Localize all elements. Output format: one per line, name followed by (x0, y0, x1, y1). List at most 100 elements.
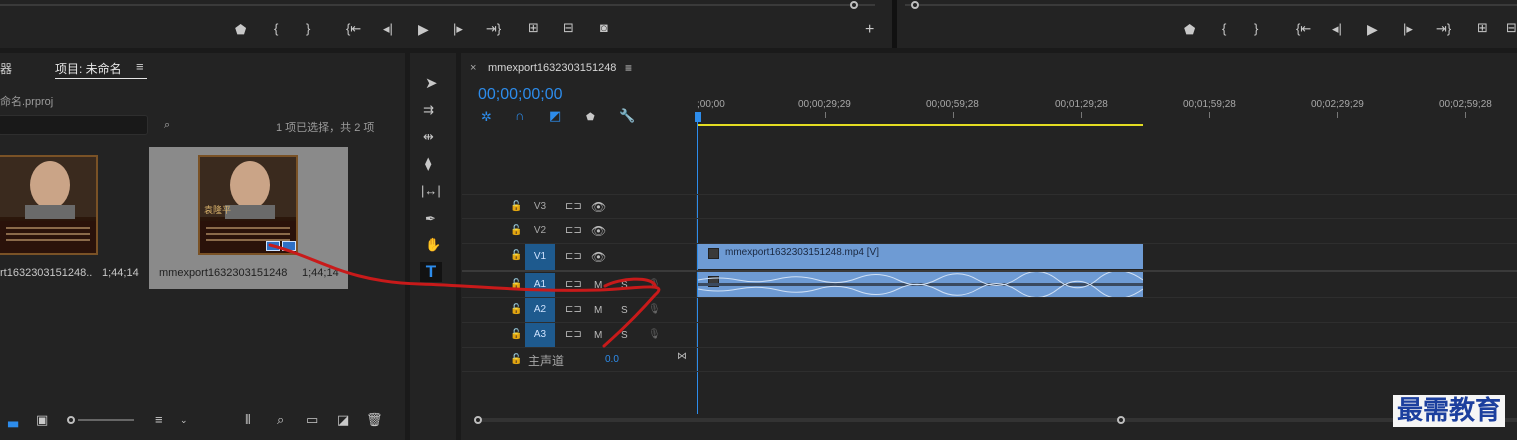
track-target-a2[interactable]: A2 (525, 298, 555, 322)
panel-menu-icon[interactable]: ≡ (136, 59, 144, 74)
find-icon[interactable]: ⌕ (164, 118, 170, 132)
step-back-icon[interactable]: ◂| (383, 22, 393, 36)
linked-selection-icon[interactable]: ◩ (549, 109, 561, 123)
mark-in-icon[interactable]: { (274, 22, 278, 36)
lock-a3-icon[interactable]: 🔓 (510, 329, 522, 340)
lock-v1-icon[interactable]: 🔓 (510, 250, 522, 261)
video-clip-v1[interactable]: mmexport1632303151248.mp4 [V] (698, 244, 1143, 269)
timeline-scroll-left-knob[interactable] (474, 416, 482, 424)
insert-icon[interactable]: ⊞ (528, 21, 539, 35)
icon-view-icon[interactable]: ▣ (36, 413, 48, 427)
overwrite-icon[interactable]: ⊟ (563, 21, 574, 35)
sequence-tab[interactable]: mmexport1632303151248 (488, 62, 616, 74)
timeline-settings-icon[interactable]: 🔧 (619, 109, 635, 123)
track-target-a3[interactable]: A3 (525, 323, 555, 347)
clip-thumbnail-1[interactable] (0, 155, 98, 255)
sync-lock-a2-icon[interactable]: ⊏⊐ (565, 304, 582, 315)
zoom-slider-track[interactable] (78, 419, 134, 421)
clear-icon[interactable]: 🗑 (366, 413, 383, 427)
track-target-a1[interactable]: A1 (525, 273, 555, 297)
sync-lock-a1-icon[interactable]: ⊏⊐ (565, 279, 582, 290)
close-sequence-icon[interactable]: × (470, 62, 476, 74)
add-button-icon[interactable]: + (865, 22, 874, 38)
sync-lock-v2-icon[interactable]: ⊏⊐ (565, 225, 582, 236)
timeline-scroll-track[interactable] (475, 418, 1517, 422)
automate-icon[interactable]: ⦀ (245, 413, 251, 427)
lock-a1-icon[interactable]: 🔓 (510, 279, 522, 290)
find-panel-icon[interactable]: ⌕ (277, 413, 284, 427)
lock-master-icon[interactable]: 🔓 (510, 354, 522, 365)
program-extract-icon[interactable]: ⊟ (1506, 21, 1517, 35)
clip-thumbnail-2[interactable]: 袁隆平 (198, 155, 298, 255)
snap-icon[interactable]: ∩ (515, 109, 524, 123)
voiceover-a3-icon[interactable]: 🎙 (648, 329, 661, 340)
pen-tool-icon[interactable]: ✒ (425, 212, 436, 226)
new-item-icon[interactable]: ◪ (337, 413, 349, 427)
tab-media-browser-partial[interactable]: 器 (0, 60, 12, 77)
solo-a3-button[interactable]: S (621, 330, 628, 341)
timecode-display[interactable]: 00;00;00;00 (478, 86, 563, 104)
go-to-next-edit-icon[interactable]: ⋈ (677, 351, 687, 362)
program-step-back-icon[interactable]: ◂| (1332, 22, 1342, 36)
program-mark-out-icon[interactable]: } (1254, 22, 1258, 36)
list-view-icon[interactable]: ▃ (8, 413, 18, 427)
program-go-to-out-icon[interactable]: ⇥} (1436, 22, 1451, 36)
program-lift-icon[interactable]: ⊞ (1477, 21, 1488, 35)
master-volume-value[interactable]: 0.0 (605, 354, 619, 365)
voiceover-a1-icon[interactable]: 🎙 (648, 279, 661, 290)
program-step-forward-icon[interactable]: |▸ (1403, 22, 1413, 36)
program-scrubber-knob[interactable] (911, 1, 919, 9)
mark-out-icon[interactable]: } (306, 22, 310, 36)
export-frame-icon[interactable]: ◙ (600, 21, 608, 35)
program-go-to-in-icon[interactable]: {⇤ (1296, 22, 1311, 36)
lock-v3-icon[interactable]: 🔓 (510, 201, 522, 212)
track-target-v2[interactable]: V2 (525, 219, 555, 243)
razor-tool-icon[interactable]: ⧫ (425, 157, 431, 171)
hand-tool-icon[interactable]: ✋ (425, 238, 441, 252)
timeline-scroll-right-knob[interactable] (1117, 416, 1125, 424)
mute-a1-button[interactable]: M (594, 280, 602, 291)
solo-a2-button[interactable]: S (621, 305, 628, 316)
program-mark-in-icon[interactable]: { (1222, 22, 1226, 36)
add-marker-timeline-icon[interactable]: ⬟ (586, 111, 595, 125)
track-target-v3[interactable]: V3 (525, 195, 555, 219)
playhead-handle[interactable] (695, 112, 701, 122)
program-scrubber-track[interactable] (905, 4, 1517, 6)
go-to-in-icon[interactable]: {⇤ (346, 22, 361, 36)
track-select-tool-icon[interactable]: ⇉ (423, 103, 434, 117)
new-bin-icon[interactable]: ▭ (306, 413, 318, 427)
type-tool-icon[interactable]: T (420, 262, 442, 282)
source-scrubber-knob[interactable] (850, 1, 858, 9)
sync-lock-a3-icon[interactable]: ⊏⊐ (565, 329, 582, 340)
track-target-v1[interactable]: V1 (525, 244, 555, 270)
sort-icon[interactable]: ≡ (155, 413, 163, 427)
voiceover-a2-icon[interactable]: 🎙 (648, 304, 661, 315)
ripple-edit-tool-icon[interactable]: ⇹ (423, 130, 434, 144)
mute-a2-button[interactable]: M (594, 305, 602, 316)
work-area-bar[interactable] (697, 124, 1143, 126)
mute-a3-button[interactable]: M (594, 330, 602, 341)
zoom-slider-knob[interactable] (67, 416, 75, 424)
solo-a1-button[interactable]: S (621, 280, 628, 291)
eye-v2-icon[interactable]: 👁 (591, 224, 606, 238)
slip-tool-icon[interactable]: |↔| (421, 184, 441, 198)
snap-nest-icon[interactable]: ✲ (481, 110, 492, 124)
sequence-menu-icon[interactable]: ≡ (625, 61, 632, 75)
eye-v3-icon[interactable]: 👁 (591, 200, 606, 214)
lock-a2-icon[interactable]: 🔓 (510, 304, 522, 315)
tab-project[interactable]: 项目: 未命名 (55, 60, 122, 77)
sort-dropdown-icon[interactable]: ⌄ (180, 413, 188, 427)
lock-v2-icon[interactable]: 🔓 (510, 225, 522, 236)
audio-clip-a1[interactable] (698, 272, 1143, 297)
project-search-input[interactable] (0, 115, 148, 135)
step-forward-icon[interactable]: |▸ (453, 22, 463, 36)
program-play-icon[interactable]: ▶ (1367, 22, 1378, 36)
add-marker-icon[interactable]: ⬟ (235, 23, 246, 37)
selection-tool-icon[interactable]: ➤ (425, 76, 438, 91)
source-scrubber-track[interactable] (0, 4, 875, 6)
sync-lock-v1-icon[interactable]: ⊏⊐ (565, 251, 582, 262)
sync-lock-v3-icon[interactable]: ⊏⊐ (565, 201, 582, 212)
eye-v1-icon[interactable]: 👁 (591, 250, 606, 264)
play-icon[interactable]: ▶ (418, 22, 429, 36)
program-add-marker-icon[interactable]: ⬟ (1184, 23, 1195, 37)
